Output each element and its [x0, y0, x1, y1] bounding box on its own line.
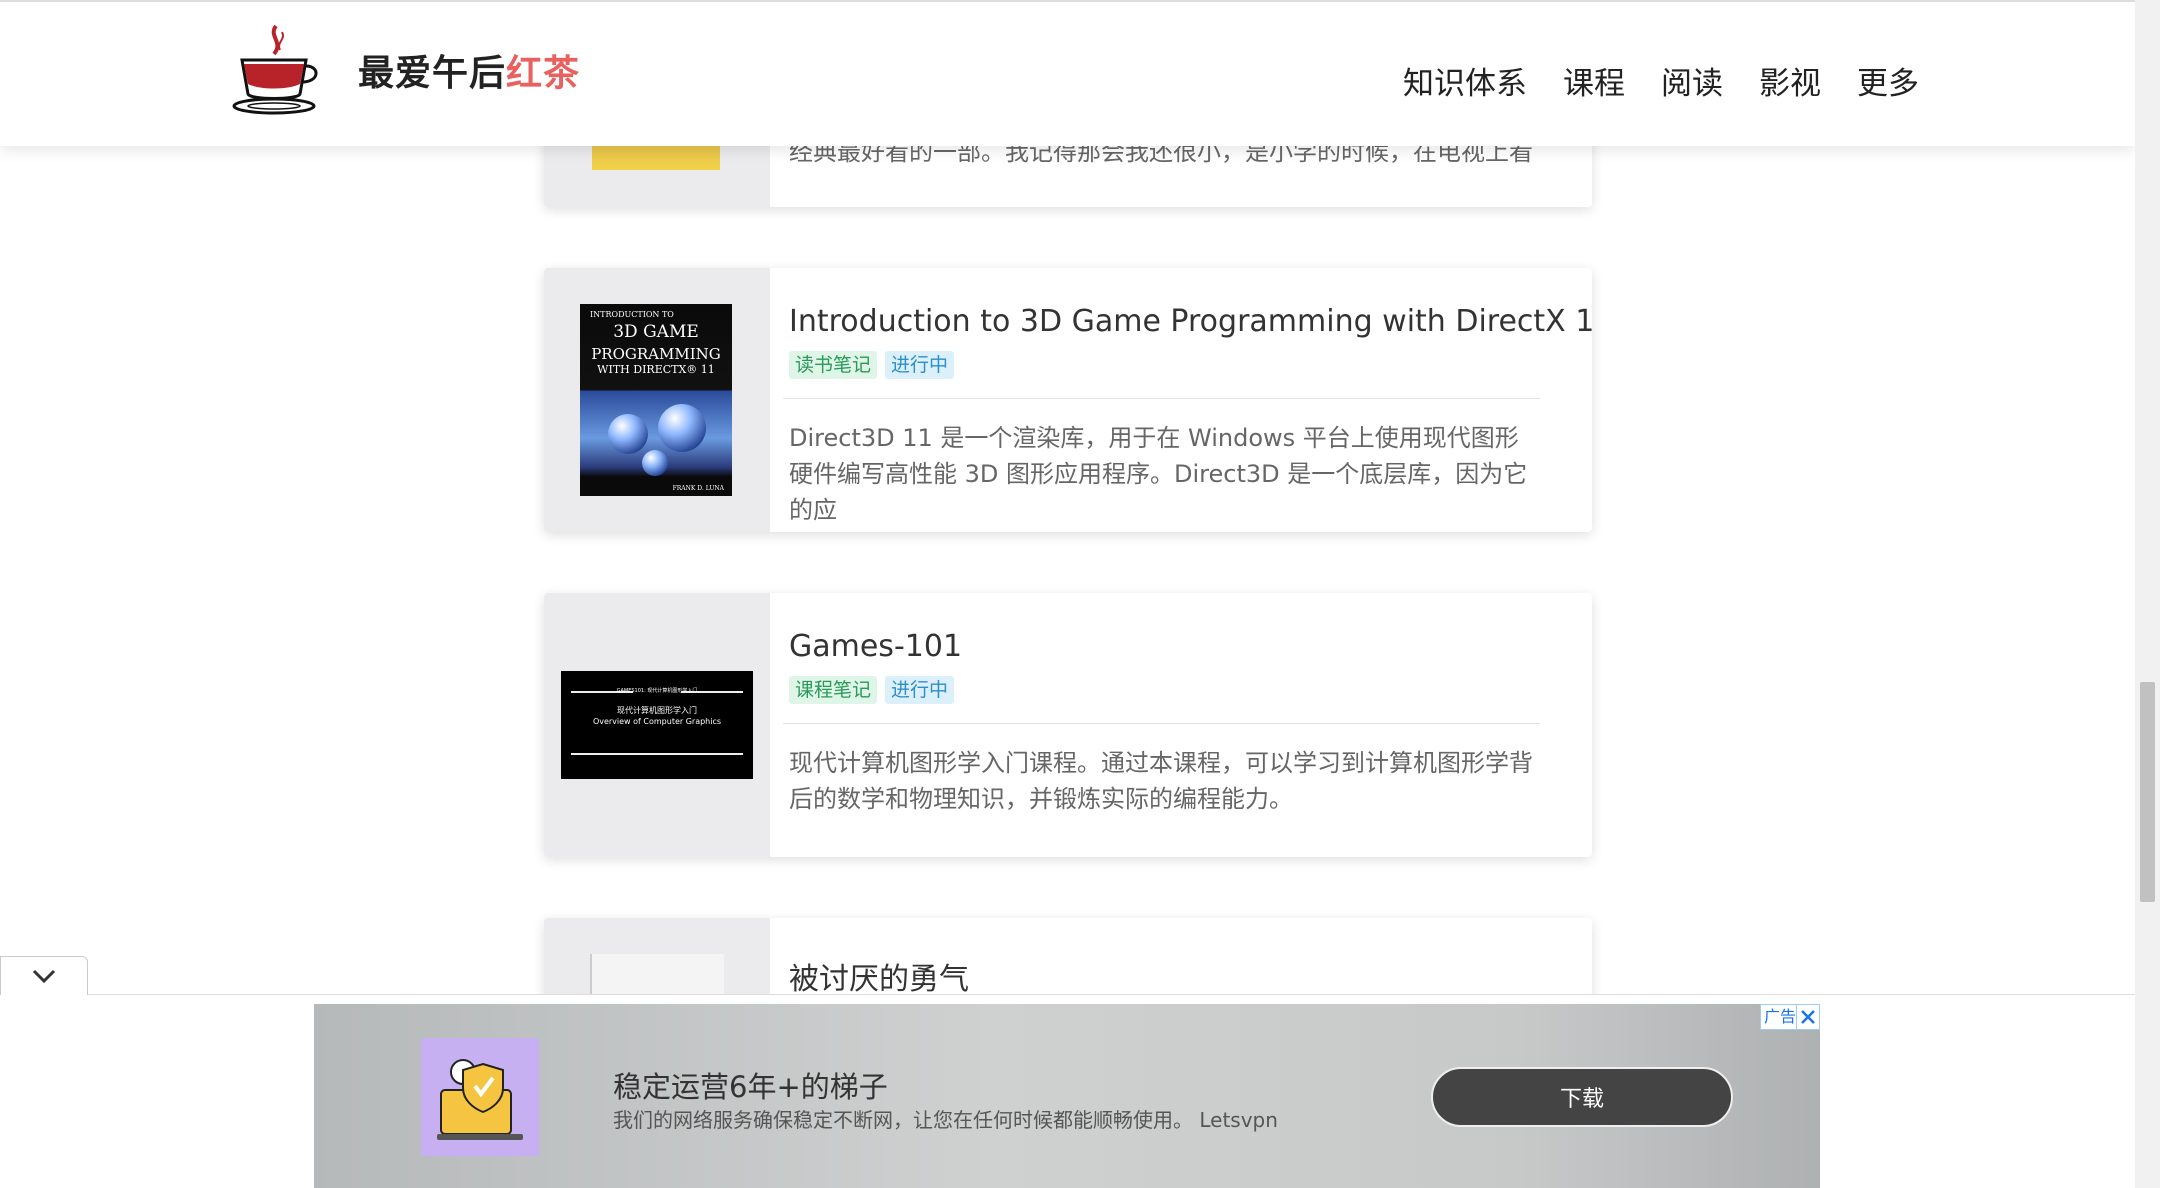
- ad-banner[interactable]: 稳定运营6年+的梯子 我们的网络服务确保稳定不断网，让您在任何时候都能顺畅使用。…: [314, 1004, 1820, 1188]
- close-icon: [1801, 1010, 1815, 1024]
- ad-subtitle: 我们的网络服务确保稳定不断网，让您在任何时候都能顺畅使用。 Letsvpn: [613, 1108, 1278, 1132]
- book-cover-image: INTRODUCTION TO 3D GAME PROGRAMMING WITH…: [580, 304, 732, 496]
- nav-reading[interactable]: 阅读: [1661, 58, 1723, 103]
- vpn-shield-icon: [437, 1059, 523, 1140]
- card-thumbnail: GAMES101: 现代计算机图形学入门 现代计算机图形学入门 Overview…: [544, 593, 770, 857]
- tag-category[interactable]: 课程笔记: [789, 676, 878, 704]
- course-cover-image: GAMES101: 现代计算机图形学入门 现代计算机图形学入门 Overview…: [561, 671, 753, 779]
- tag-status[interactable]: 进行中: [885, 676, 955, 704]
- nav-knowledge[interactable]: 知识体系: [1403, 58, 1527, 103]
- ad-label: 广告: [1759, 1004, 1800, 1030]
- ad-download-button[interactable]: 下载: [1431, 1067, 1733, 1127]
- article-card[interactable]: GAMES101: 现代计算机图形学入门 现代计算机图形学入门 Overview…: [544, 593, 1592, 857]
- site-logo[interactable]: 最爱午后红茶: [228, 20, 580, 120]
- tag-status[interactable]: 进行中: [885, 351, 955, 379]
- card-description: Direct3D 11 是一个渲染库，用于在 Windows 平台上使用现代图形…: [789, 424, 1528, 524]
- card-title[interactable]: Games-101: [789, 629, 962, 664]
- tag-category[interactable]: 读书笔记: [789, 351, 878, 379]
- site-title[interactable]: 最爱午后红茶: [358, 44, 580, 96]
- ad-image: [421, 1038, 539, 1156]
- divider: [783, 398, 1540, 399]
- chevron-down-icon: [32, 969, 56, 984]
- article-card[interactable]: INTRODUCTION TO 3D GAME PROGRAMMING WITH…: [544, 268, 1592, 532]
- ad-title[interactable]: 稳定运营6年+的梯子: [613, 1064, 888, 1106]
- page-scrollbar[interactable]: [2135, 0, 2160, 1188]
- nav-more[interactable]: 更多: [1857, 58, 1919, 103]
- divider: [783, 723, 1540, 724]
- ad-close-button[interactable]: [1796, 1004, 1820, 1030]
- nav-film[interactable]: 影视: [1759, 58, 1821, 103]
- collapse-ad-button[interactable]: [0, 956, 88, 995]
- card-title[interactable]: 被讨厌的勇气: [789, 954, 969, 998]
- main-nav: 知识体系 课程 阅读 影视 更多: [1403, 58, 1919, 103]
- scrollbar-thumb[interactable]: [2140, 682, 2155, 902]
- teacup-logo-icon: [232, 24, 318, 115]
- card-description: 现代计算机图形学入门课程。通过本课程，可以学习到计算机图形学背后的数学和物理知识…: [789, 749, 1533, 813]
- site-header: 最爱午后红茶 知识体系 课程 阅读 影视 更多: [0, 0, 2135, 146]
- page: 经典最好看的一部。我记得那会我还很小，是小学的时候，在电视上看 INTRODUC…: [0, 0, 2135, 1188]
- card-title[interactable]: Introduction to 3D Game Programming with…: [789, 304, 1592, 339]
- nav-courses[interactable]: 课程: [1563, 58, 1625, 103]
- card-thumbnail: INTRODUCTION TO 3D GAME PROGRAMMING WITH…: [544, 268, 770, 532]
